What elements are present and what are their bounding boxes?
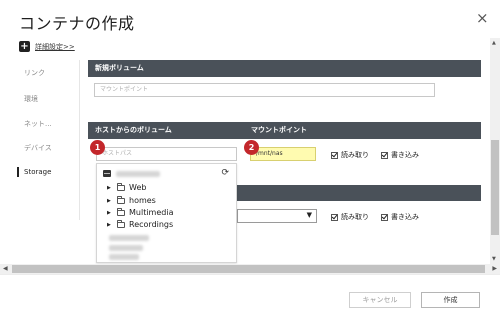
nav-divider xyxy=(79,60,80,220)
checkbox-checked-icon xyxy=(331,213,338,221)
advanced-settings-link[interactable]: 詳細設定>> xyxy=(35,42,75,52)
expand-arrow-icon[interactable]: ▶ xyxy=(107,222,113,228)
mount-point-header-label: マウントポイント xyxy=(251,126,307,134)
folder-name: Web xyxy=(129,183,147,192)
nav-item-device[interactable]: デバイス xyxy=(24,143,52,153)
new-volume-header-label: 新規ボリューム xyxy=(95,64,144,72)
expand-arrow-icon[interactable]: ▶ xyxy=(107,210,113,216)
scroll-right-icon[interactable]: ▶ xyxy=(492,265,497,272)
folder-item[interactable]: ▶ homes xyxy=(107,195,156,205)
checkbox-checked-icon xyxy=(331,151,338,159)
second-write-checkbox-label: 書き込み xyxy=(391,213,419,221)
dialog-content: + 詳細設定>> リンク 環境 ネット... デバイス Storage 新規ボリ… xyxy=(0,38,500,274)
mount-point-input[interactable]: /mnt/nas xyxy=(250,147,316,161)
nav-active-indicator xyxy=(17,167,19,177)
horizontal-scrollbar[interactable]: ◀ ▶ xyxy=(0,264,500,274)
second-section-header xyxy=(237,185,481,201)
second-write-checkbox[interactable]: 書き込み xyxy=(381,212,419,222)
vertical-scrollbar[interactable]: ▲ ▼ xyxy=(490,38,500,264)
blurred-folder-item xyxy=(109,235,149,241)
folder-icon xyxy=(117,182,125,191)
folder-item[interactable]: ▶ Web xyxy=(107,182,147,192)
nav-item-storage[interactable]: Storage xyxy=(24,168,51,176)
dialog-title: コンテナの作成 xyxy=(19,14,135,33)
read-checkbox[interactable]: 読み取り xyxy=(331,150,369,160)
close-icon[interactable]: × xyxy=(476,10,489,26)
folder-icon xyxy=(117,195,125,204)
new-volume-mount-input[interactable]: マウントポイント xyxy=(94,83,435,97)
folder-item[interactable]: ▶ Multimedia xyxy=(107,207,174,217)
folder-name: Recordings xyxy=(129,220,174,229)
horizontal-scroll-thumb[interactable] xyxy=(12,265,485,273)
second-row-select[interactable]: ▼ xyxy=(237,209,317,223)
blurred-folder-item xyxy=(109,254,139,260)
checkbox-checked-icon xyxy=(381,151,388,159)
footer-divider xyxy=(0,274,500,275)
folder-item[interactable]: ▶ Recordings xyxy=(107,219,174,229)
create-button[interactable]: 作成 xyxy=(421,292,480,308)
host-path-input[interactable]: ホストパス xyxy=(96,147,237,161)
folder-dropdown[interactable]: ⟳ ▶ Web ▶ homes ▶ Multimedia ▶ Recording… xyxy=(96,163,237,263)
new-volume-header: 新規ボリューム xyxy=(88,60,481,77)
checkbox-checked-icon xyxy=(381,213,388,221)
host-volume-header: ホストからのボリューム マウントポイント xyxy=(88,122,481,139)
expand-arrow-icon[interactable]: ▶ xyxy=(107,185,113,191)
create-container-dialog: コンテナの作成 × + 詳細設定>> リンク 環境 ネット... デバイス St… xyxy=(0,0,500,329)
vertical-scroll-thumb[interactable] xyxy=(491,140,499,235)
folder-name: Multimedia xyxy=(129,208,174,217)
scroll-up-icon[interactable]: ▲ xyxy=(492,40,496,46)
step-badge-2: 2 xyxy=(244,140,259,155)
advanced-settings[interactable]: + 詳細設定>> xyxy=(19,41,75,52)
scroll-left-icon[interactable]: ◀ xyxy=(3,265,8,272)
nav-item-environment[interactable]: 環境 xyxy=(24,94,38,104)
host-volume-header-label: ホストからのボリューム xyxy=(95,126,172,134)
blurred-folder-item xyxy=(109,245,143,251)
expand-arrow-icon[interactable]: ▶ xyxy=(107,198,113,204)
refresh-icon[interactable]: ⟳ xyxy=(221,168,229,178)
nas-icon xyxy=(103,170,111,177)
folder-name: homes xyxy=(129,196,156,205)
plus-icon: + xyxy=(19,41,30,52)
read-checkbox-label: 読み取り xyxy=(341,151,369,159)
second-read-checkbox-label: 読み取り xyxy=(341,213,369,221)
folder-icon xyxy=(117,219,125,228)
dropdown-arrow-icon: ▼ xyxy=(306,211,312,219)
nas-root-row[interactable] xyxy=(103,170,160,177)
nav-item-link[interactable]: リンク xyxy=(24,68,45,78)
blurred-nas-name xyxy=(116,170,160,177)
second-read-checkbox[interactable]: 読み取り xyxy=(331,212,369,222)
write-checkbox[interactable]: 書き込み xyxy=(381,150,419,160)
scroll-down-icon[interactable]: ▼ xyxy=(492,256,496,262)
write-checkbox-label: 書き込み xyxy=(391,151,419,159)
cancel-button[interactable]: キャンセル xyxy=(349,292,411,308)
step-badge-1: 1 xyxy=(90,140,105,155)
nav-item-network[interactable]: ネット... xyxy=(24,119,52,129)
folder-icon xyxy=(117,207,125,216)
